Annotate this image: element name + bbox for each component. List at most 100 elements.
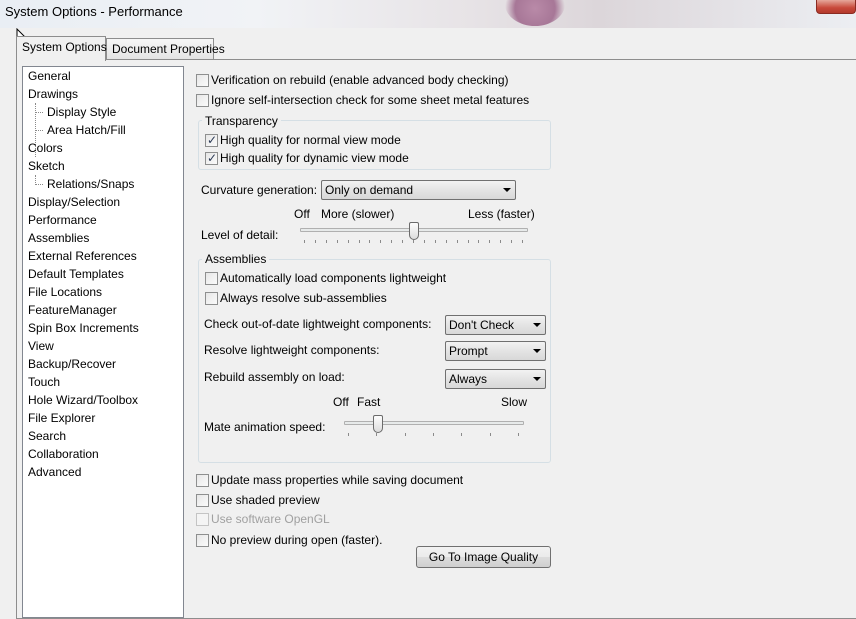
tree-item-file-locations[interactable]: File Locations <box>28 284 102 300</box>
curvature-generation-dropdown[interactable]: Only on demand <box>321 180 516 200</box>
software-opengl-label: Use software OpenGL <box>211 512 330 526</box>
ignore-self-intersection-checkbox[interactable] <box>196 94 209 107</box>
verification-on-rebuild-label: Verification on rebuild (enable advanced… <box>211 73 509 87</box>
tree-item-touch[interactable]: Touch <box>28 374 60 390</box>
tree-item-performance[interactable]: Performance <box>28 212 97 228</box>
slider-tick <box>433 433 434 436</box>
tab-system-options[interactable]: System Options <box>16 36 107 61</box>
transparency-normal-checkbox[interactable] <box>205 132 218 148</box>
ignore-self-intersection-label: Ignore self-intersection check for some … <box>211 93 530 107</box>
rebuild-on-load-label: Rebuild assembly on load: <box>204 370 345 384</box>
tree-item-hole-wizard-toolbox[interactable]: Hole Wizard/Toolbox <box>28 392 138 408</box>
level-of-detail-less-label: Less (faster) <box>468 207 535 221</box>
chevron-down-icon <box>533 349 541 353</box>
slider-thumb[interactable] <box>373 415 383 433</box>
verification-on-rebuild-checkbox[interactable] <box>196 74 209 87</box>
title-bar: System Options - Performance <box>0 0 856 28</box>
curvature-generation-value: Only on demand <box>325 183 414 197</box>
update-mass-properties-checkbox[interactable] <box>196 474 209 487</box>
rebuild-on-load-value: Always <box>449 372 488 386</box>
close-button[interactable] <box>816 0 856 14</box>
slider-tick <box>391 240 392 243</box>
slider-tick <box>359 240 360 243</box>
options-tree[interactable]: General Drawings Display Style Area Hatc… <box>22 66 184 618</box>
slider-tick <box>446 240 447 243</box>
tree-item-backup-recover[interactable]: Backup/Recover <box>28 356 116 372</box>
tree-connector <box>35 112 43 113</box>
slider-tick <box>337 240 338 243</box>
software-opengl-checkbox <box>196 513 209 526</box>
mate-animation-fast-label: Fast <box>357 395 381 409</box>
slider-thumb[interactable] <box>409 222 419 240</box>
slider-tick <box>478 240 479 243</box>
slider-tick <box>424 240 425 243</box>
slider-tick <box>402 240 403 243</box>
always-resolve-label: Always resolve sub-assemblies <box>220 291 387 305</box>
tab-label: System Options <box>22 40 107 54</box>
title-bar-decoration <box>505 0 565 26</box>
chevron-down-icon <box>533 323 541 327</box>
tree-connector <box>35 130 43 131</box>
always-resolve-checkbox[interactable] <box>205 292 218 305</box>
tree-item-view[interactable]: View <box>28 338 54 354</box>
tree-item-advanced[interactable]: Advanced <box>28 464 81 480</box>
tree-item-collaboration[interactable]: Collaboration <box>28 446 99 462</box>
update-mass-properties-label: Update mass properties while saving docu… <box>211 473 464 487</box>
slider-tick <box>511 240 512 243</box>
slider-tick <box>304 240 305 243</box>
no-preview-checkbox[interactable] <box>196 534 209 547</box>
tree-item-display-style[interactable]: Display Style <box>47 104 116 120</box>
auto-lightweight-checkbox[interactable] <box>205 272 218 285</box>
check-out-of-date-label: Check out-of-date lightweight components… <box>204 317 432 331</box>
chevron-down-icon <box>533 377 541 381</box>
slider-tick <box>435 240 436 243</box>
tree-item-drawings[interactable]: Drawings <box>28 86 78 102</box>
slider-tick <box>380 240 381 243</box>
slider-tick <box>348 433 349 436</box>
slider-tick <box>405 433 406 436</box>
tree-item-sketch[interactable]: Sketch <box>28 158 65 174</box>
transparency-normal-label: High quality for normal view mode <box>220 133 401 147</box>
tree-item-default-templates[interactable]: Default Templates <box>28 266 124 282</box>
tree-item-area-hatch-fill[interactable]: Area Hatch/Fill <box>47 122 126 138</box>
slider-tick <box>369 240 370 243</box>
go-to-image-quality-label: Go To Image Quality <box>428 550 539 564</box>
resolve-lightweight-dropdown[interactable]: Prompt <box>445 341 546 361</box>
slider-track <box>344 421 524 425</box>
tree-item-display-selection[interactable]: Display/Selection <box>28 194 120 210</box>
tree-item-external-references[interactable]: External References <box>28 248 137 264</box>
transparency-dynamic-label: High quality for dynamic view mode <box>220 151 409 165</box>
tree-item-general[interactable]: General <box>28 68 71 84</box>
tab-document-properties[interactable]: Document Properties <box>106 38 225 60</box>
check-out-of-date-dropdown[interactable]: Don't Check <box>445 315 546 335</box>
slider-tick <box>518 433 519 436</box>
auto-lightweight-label: Automatically load components lightweigh… <box>220 271 447 285</box>
level-of-detail-slider[interactable] <box>298 220 530 246</box>
level-of-detail-label: Level of detail: <box>201 228 279 242</box>
tree-item-spin-box-increments[interactable]: Spin Box Increments <box>28 320 139 336</box>
mate-animation-slider[interactable] <box>342 413 526 439</box>
assemblies-group-title: Assemblies <box>202 252 270 266</box>
chevron-down-icon <box>503 188 511 192</box>
tree-item-featuremanager[interactable]: FeatureManager <box>28 302 117 318</box>
rebuild-on-load-dropdown[interactable]: Always <box>445 369 546 389</box>
transparency-dynamic-checkbox[interactable] <box>205 150 218 166</box>
tree-item-search[interactable]: Search <box>28 428 66 444</box>
tab-label: Document Properties <box>112 42 225 56</box>
tree-item-colors[interactable]: Colors <box>28 140 63 156</box>
tree-item-relations-snaps[interactable]: Relations/Snaps <box>47 176 134 192</box>
resolve-lightweight-label: Resolve lightweight components: <box>204 343 380 357</box>
no-preview-label: No preview during open (faster). <box>211 533 383 547</box>
slider-tick <box>315 240 316 243</box>
slider-tick <box>461 433 462 436</box>
slider-tick <box>490 433 491 436</box>
slider-tick <box>522 240 523 243</box>
go-to-image-quality-button[interactable]: Go To Image Quality <box>416 546 551 568</box>
shaded-preview-checkbox[interactable] <box>196 494 209 507</box>
mate-animation-label: Mate animation speed: <box>204 420 326 434</box>
slider-tick <box>457 240 458 243</box>
slider-tick <box>326 240 327 243</box>
tree-item-file-explorer[interactable]: File Explorer <box>28 410 95 426</box>
window-title: System Options - Performance <box>5 4 183 19</box>
tree-item-assemblies[interactable]: Assemblies <box>28 230 89 246</box>
